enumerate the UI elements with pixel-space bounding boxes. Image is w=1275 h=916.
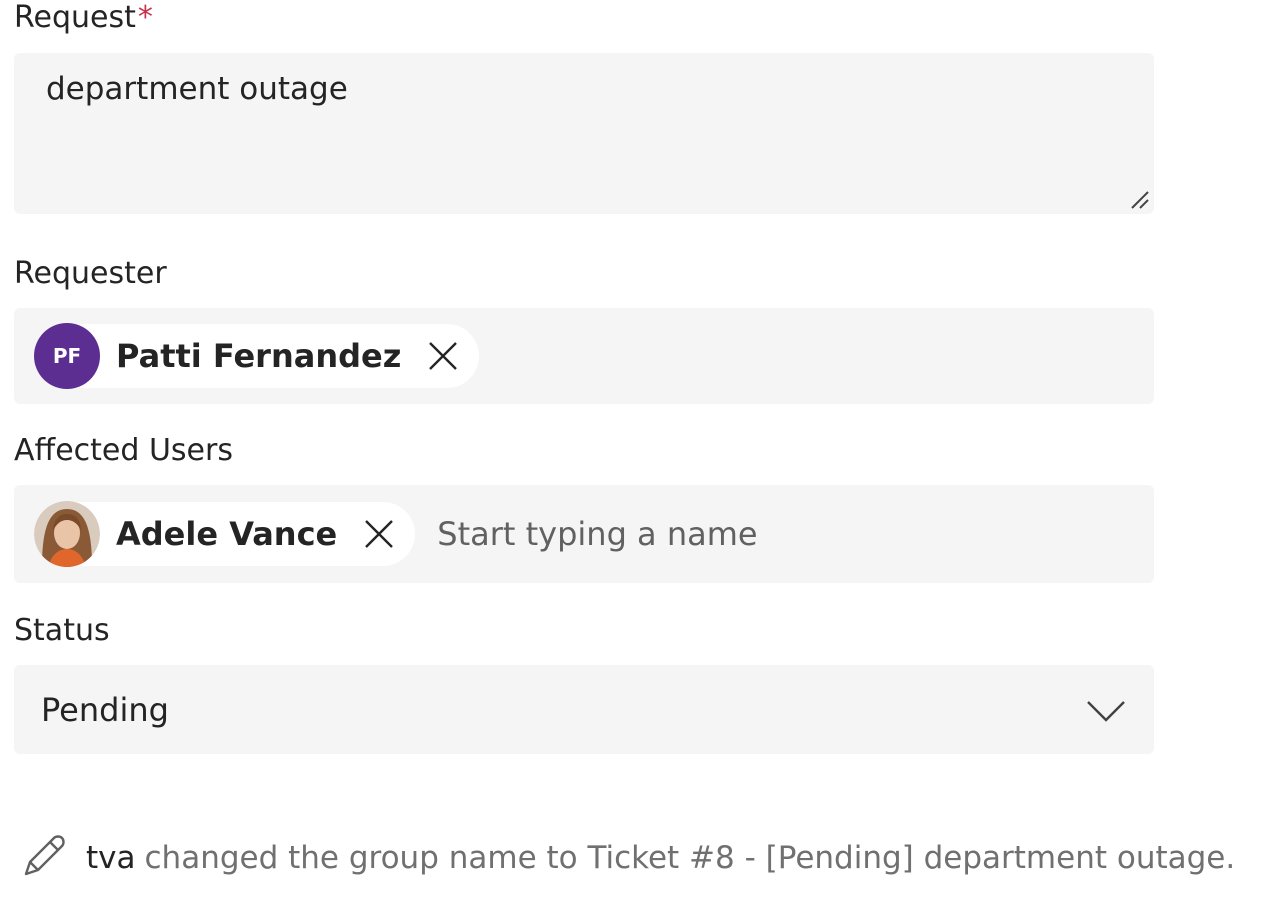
close-icon	[365, 520, 394, 548]
required-marker: *	[137, 0, 153, 35]
affected-user-chip: Adele Vance	[34, 501, 416, 567]
remove-requester-button[interactable]	[423, 336, 463, 376]
chevron-down-icon	[1087, 700, 1125, 722]
resize-grip-icon[interactable]	[1128, 188, 1150, 210]
status-label: Status	[14, 613, 110, 648]
user-photo-icon	[34, 501, 100, 567]
requester-label: Requester	[14, 256, 167, 291]
request-label: Request *	[14, 0, 153, 44]
avatar	[34, 501, 100, 567]
activity-user: tva	[86, 840, 136, 876]
activity-text: changed the group name to Ticket #8 - [P…	[144, 840, 1236, 876]
pencil-icon	[24, 835, 65, 876]
avatar: PF	[34, 323, 100, 389]
request-label-text: Request	[14, 0, 136, 35]
status-value: Pending	[41, 690, 169, 729]
close-icon	[429, 342, 458, 370]
requester-chip: PF Patti Fernandez	[34, 323, 480, 389]
chip-name: Patti Fernandez	[116, 337, 402, 375]
affected-users-label: Affected Users	[14, 433, 233, 468]
request-field	[14, 53, 1154, 214]
request-textarea[interactable]	[14, 53, 1154, 214]
activity-entry: tva changed the group name to Ticket #8 …	[16, 832, 1235, 884]
requester-picker[interactable]: PF Patti Fernandez	[14, 308, 1154, 404]
remove-affected-user-button[interactable]	[359, 514, 399, 554]
affected-users-picker[interactable]: Adele Vance	[14, 485, 1154, 583]
chip-name: Adele Vance	[116, 515, 338, 553]
affected-users-input[interactable]	[435, 514, 1040, 554]
status-dropdown[interactable]: Pending	[14, 665, 1154, 754]
